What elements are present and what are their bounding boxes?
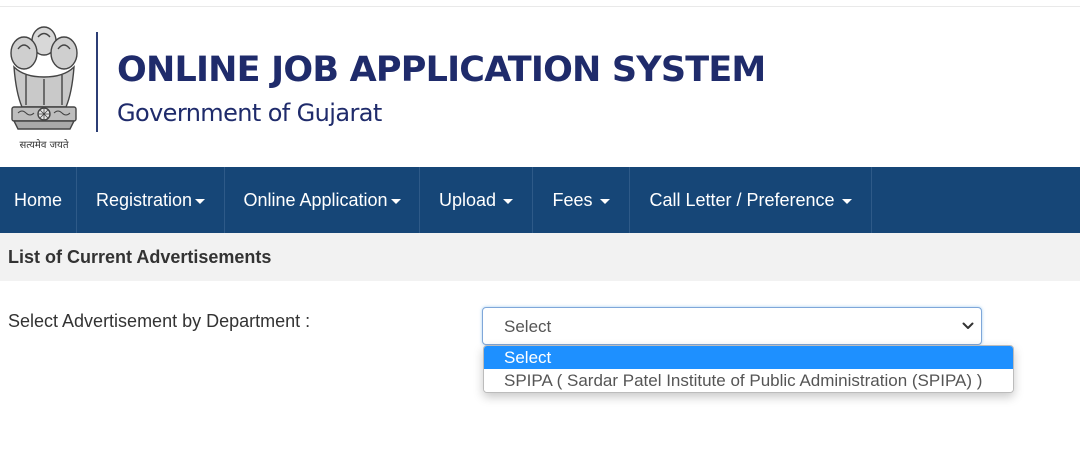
nav-fees-label: Fees <box>552 189 593 210</box>
department-filter-label: Select Advertisement by Department : <box>8 311 311 331</box>
site-header: सत्यमेव जयते ONLINE JOB APPLICATION SYST… <box>0 7 1080 167</box>
nav-upload[interactable]: Upload <box>420 167 533 233</box>
department-select-value: Select <box>504 317 552 336</box>
section-header: List of Current Advertisements <box>0 233 1080 281</box>
caret-down-icon <box>503 198 514 204</box>
header-divider <box>96 32 98 132</box>
nav-online-application-label: Online Application <box>243 189 388 210</box>
nav-home[interactable]: Home <box>0 167 77 233</box>
main-navbar: Home Registration Online Application Upl… <box>0 167 1080 233</box>
nav-upload-label: Upload <box>438 189 497 210</box>
caret-down-icon <box>841 198 852 204</box>
nav-fees[interactable]: Fees <box>533 167 630 233</box>
nav-registration[interactable]: Registration <box>77 167 225 233</box>
section-title: List of Current Advertisements <box>8 247 272 267</box>
caret-down-icon <box>599 198 610 204</box>
department-select[interactable]: Select <box>482 307 982 345</box>
dropdown-option-spipa[interactable]: SPIPA ( Sardar Patel Institute of Public… <box>484 369 1013 392</box>
caret-down-icon <box>195 198 206 204</box>
nav-registration-label: Registration <box>95 189 193 210</box>
site-subtitle: Government of Gujarat <box>117 99 382 127</box>
nav-home-label: Home <box>13 189 62 210</box>
emblem-motto: सत्यमेव जयते <box>19 140 69 151</box>
site-title: ONLINE JOB APPLICATION SYSTEM <box>117 50 766 90</box>
nav-call-letter-preference[interactable]: Call Letter / Preference <box>630 167 872 233</box>
nav-call-letter-preference-label: Call Letter / Preference <box>649 189 835 210</box>
chevron-down-icon <box>962 322 974 329</box>
department-dropdown-list: Select SPIPA ( Sardar Patel Institute of… <box>483 345 1014 393</box>
dropdown-option-select[interactable]: Select <box>484 346 1013 369</box>
caret-down-icon <box>390 198 401 204</box>
nav-online-application[interactable]: Online Application <box>225 167 420 233</box>
